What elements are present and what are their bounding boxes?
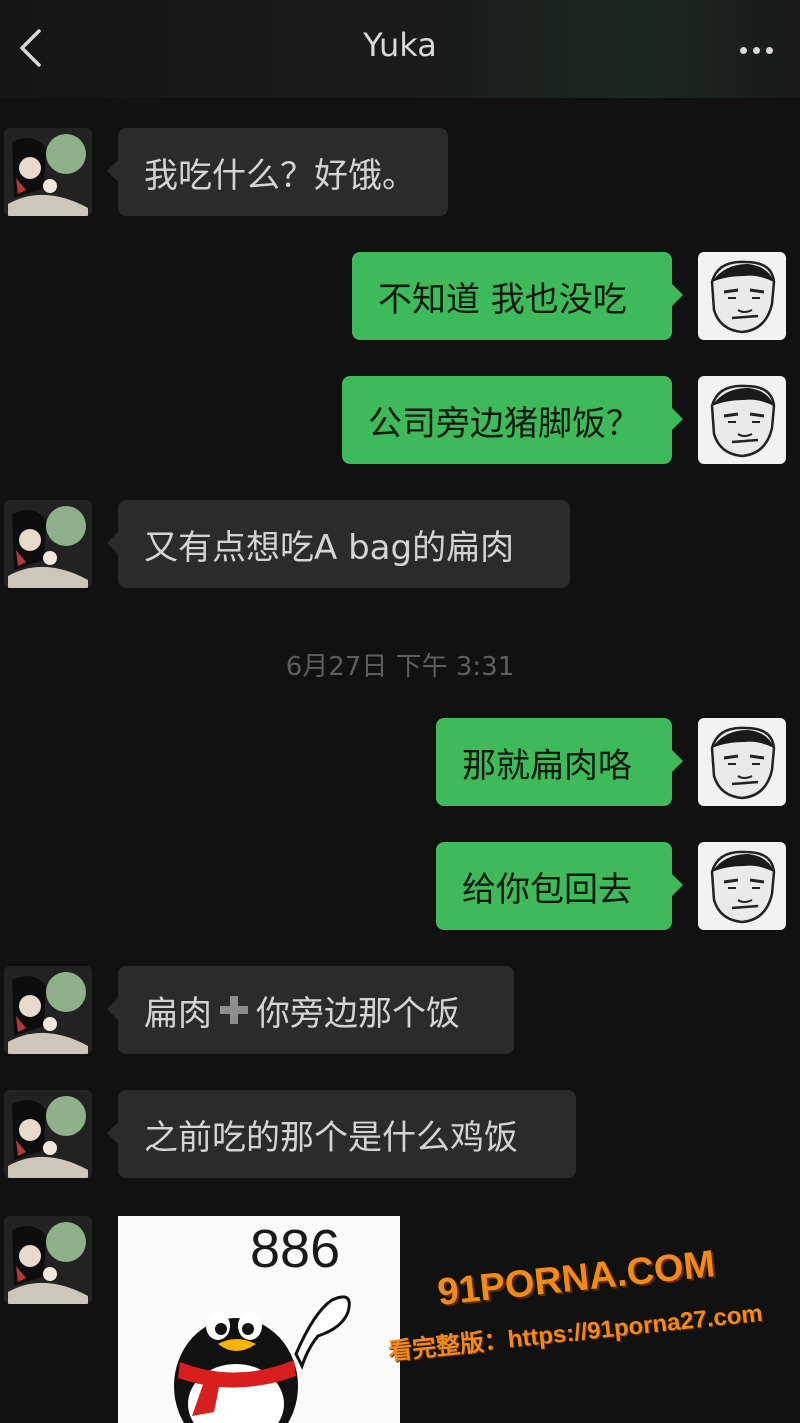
contact-avatar[interactable]	[4, 966, 92, 1054]
message-bubble-incoming[interactable]: 扁肉 你旁边那个饭	[107, 966, 514, 1054]
message-timestamp: 6月27日 下午 3:31	[285, 652, 515, 682]
message-bubble-outgoing[interactable]: 公司旁边猪脚饭？	[342, 376, 683, 464]
more-button[interactable]	[732, 30, 780, 70]
message-bubble-outgoing[interactable]: 那就扁肉咯	[436, 718, 683, 806]
sticker-message[interactable]: 886	[118, 1216, 400, 1423]
plus-icon	[220, 996, 248, 1024]
contact-avatar[interactable]	[4, 1090, 92, 1178]
more-dots-icon	[739, 46, 747, 54]
message-text: 你旁边那个饭	[256, 993, 460, 1034]
contact-avatar[interactable]	[4, 128, 92, 216]
chat-title: Yuka	[363, 26, 437, 64]
my-avatar[interactable]	[698, 376, 786, 464]
my-avatar[interactable]	[698, 718, 786, 806]
my-avatar[interactable]	[698, 842, 786, 930]
message-bubble-outgoing[interactable]: 给你包回去	[436, 842, 683, 930]
contact-avatar[interactable]	[4, 500, 92, 588]
my-avatar[interactable]	[698, 252, 786, 340]
message-bubble-incoming[interactable]: 又有点想吃A bag的扁肉	[107, 500, 570, 588]
message-text: 扁肉	[144, 993, 212, 1034]
message-bubble-incoming[interactable]: 我吃什么？好饿。	[107, 128, 448, 216]
message-bubble-outgoing[interactable]: 不知道 我也没吃	[352, 252, 683, 340]
message-bubble-incoming[interactable]: 之前吃的那个是什么鸡饭	[107, 1090, 576, 1178]
contact-avatar[interactable]	[4, 1216, 92, 1304]
penguin-icon	[174, 1295, 351, 1423]
top-bar: Yuka	[0, 0, 800, 98]
